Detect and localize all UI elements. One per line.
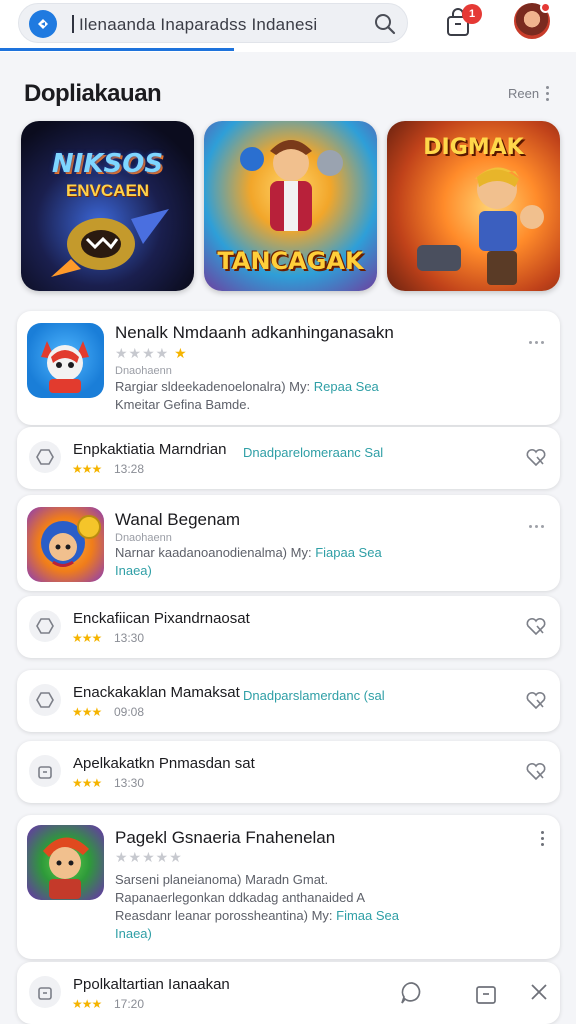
featured-subtitle: ENVCAEN xyxy=(65,181,150,200)
bag-icon xyxy=(29,755,61,787)
rating-stars: ★★★ xyxy=(72,705,102,719)
app-card-3[interactable]: Pagekl Gsnaeria Fnahenelan ★★★★★ Sarseni… xyxy=(17,815,560,959)
text-cursor xyxy=(72,15,74,33)
heart-outline-icon[interactable] xyxy=(524,688,548,712)
app-icon-hero xyxy=(27,507,104,582)
app-card-2[interactable]: Wanal Begenam Dnaohaenn Narnar kaadanoan… xyxy=(17,495,560,591)
more-options-icon[interactable] xyxy=(541,831,544,849)
app-subtitle: Dnaohaenn xyxy=(115,532,172,544)
item-category: Dnadparslamerdanc (sal xyxy=(243,688,385,703)
app-icon-warrior xyxy=(27,825,104,900)
status-dot xyxy=(540,2,551,13)
featured-game-1[interactable]: NIKSOS ENVCAEN xyxy=(21,121,194,291)
rating-stars: ★★★ xyxy=(72,776,102,790)
item-title: Enackakaklan Mamaksat xyxy=(73,684,240,701)
rating-stars: ★★★★ ★ xyxy=(115,345,188,361)
item-category: Dnadparelomeraanc Sal xyxy=(243,445,384,460)
more-options-icon[interactable] xyxy=(529,331,549,344)
app-desc-2: Kmeitar Gefina Bamde. xyxy=(115,397,251,412)
app-desc-1: Rargiar sldeekadenoelonalra) My: Repaa S… xyxy=(115,379,379,394)
top-bar: Ilenaanda Inaparadss Indanesi 1 xyxy=(0,0,576,52)
item-time: 17:20 xyxy=(114,997,145,1011)
app-desc-1: Narnar kaadanoanodienalma) My: Fiapaa Se… xyxy=(115,545,382,560)
hexagon-icon xyxy=(29,441,61,473)
list-item-3[interactable]: Enackakaklan Mamaksat ★★★ 09:08 Dnadpars… xyxy=(17,670,560,732)
tab-indicator xyxy=(0,48,234,51)
item-title: Enckafiican Pixandrnaosat xyxy=(73,610,250,627)
hexagon-icon xyxy=(29,684,61,716)
list-item-4[interactable]: Apelkakatkn Pnmasdan sat ★★★ 13:30 xyxy=(17,741,560,803)
close-icon[interactable] xyxy=(529,982,549,1002)
rating-stars: ★★★ xyxy=(72,462,102,476)
heart-outline-icon[interactable] xyxy=(524,759,548,783)
app-desc-3: Reasdanr leanar porossheantina) My: Fima… xyxy=(115,908,400,923)
app-subtitle: Dnaohaenn xyxy=(115,365,172,377)
item-time: 13:28 xyxy=(114,462,145,476)
list-item-1[interactable]: Enpkaktiatia Marndrian ★★★ 13:28 Dnadpar… xyxy=(17,427,560,489)
notification-badge: 1 xyxy=(462,4,482,24)
bag-outline-icon[interactable] xyxy=(473,980,499,1006)
search-icon[interactable] xyxy=(373,12,397,36)
item-time: 13:30 xyxy=(114,631,145,645)
item-time: 13:30 xyxy=(114,776,145,790)
app-title: Pagekl Gsnaeria Fnahenelan xyxy=(115,828,336,847)
hero-icon xyxy=(240,140,343,231)
app-desc-2: Rapanaerlegonkan ddkadag anthanaided A xyxy=(115,890,366,905)
heart-outline-icon[interactable] xyxy=(524,445,548,469)
rating-stars: ★★★★★ xyxy=(115,849,183,865)
item-time: 09:08 xyxy=(114,705,145,719)
list-item-5[interactable]: Ppolkaltartian Ianaakan ★★★ 17:20 xyxy=(17,962,560,1024)
section-title: Dopliakauan xyxy=(24,80,162,107)
more-menu-icon[interactable] xyxy=(546,86,550,102)
featured-title: NIKSOS xyxy=(51,149,164,179)
search-bar[interactable]: Ilenaanda Inaparadss Indanesi xyxy=(18,3,408,43)
app-title: Wanal Begenam xyxy=(115,510,241,529)
heart-outline-icon[interactable] xyxy=(524,614,548,638)
app-icon-fox xyxy=(27,323,104,398)
list-item-2[interactable]: Enckafiican Pixandrnaosat ★★★ 13:30 xyxy=(17,596,560,658)
app-card-1[interactable]: Nenalk Nmdaanh adkanhinganasakn ★★★★ ★ D… xyxy=(17,311,560,425)
creature-icon xyxy=(51,209,169,277)
item-title: Enpkaktiatia Marndrian xyxy=(73,441,227,458)
item-title: Apelkakatkn Pnmasdan sat xyxy=(73,755,255,772)
app-desc-4: Inaea) xyxy=(115,926,152,941)
featured-game-2[interactable]: TANCAGAK xyxy=(204,121,377,291)
store-logo-icon xyxy=(29,10,57,38)
fighter-icon xyxy=(417,167,544,285)
app-title: Nenalk Nmdaanh adkanhinganasakn xyxy=(115,323,394,342)
featured-game-3[interactable]: DIGMAK xyxy=(387,121,560,291)
search-input[interactable]: Ilenaanda Inaparadss Indanesi xyxy=(79,15,317,35)
item-title: Ppolkaltartian Ianaakan xyxy=(73,976,230,993)
app-desc-1: Sarseni planeianoma) Maradn Gmat. xyxy=(115,872,329,887)
chat-icon[interactable] xyxy=(399,980,425,1006)
rating-stars: ★★★ xyxy=(72,631,102,645)
featured-title: TANCAGAK xyxy=(217,247,364,275)
more-options-icon[interactable] xyxy=(529,515,549,528)
rating-stars: ★★★ xyxy=(72,997,102,1011)
more-link[interactable]: Reen xyxy=(508,86,539,101)
hexagon-icon xyxy=(29,610,61,642)
bag-icon xyxy=(29,976,61,1008)
app-desc-2: Inaea) xyxy=(115,563,152,578)
